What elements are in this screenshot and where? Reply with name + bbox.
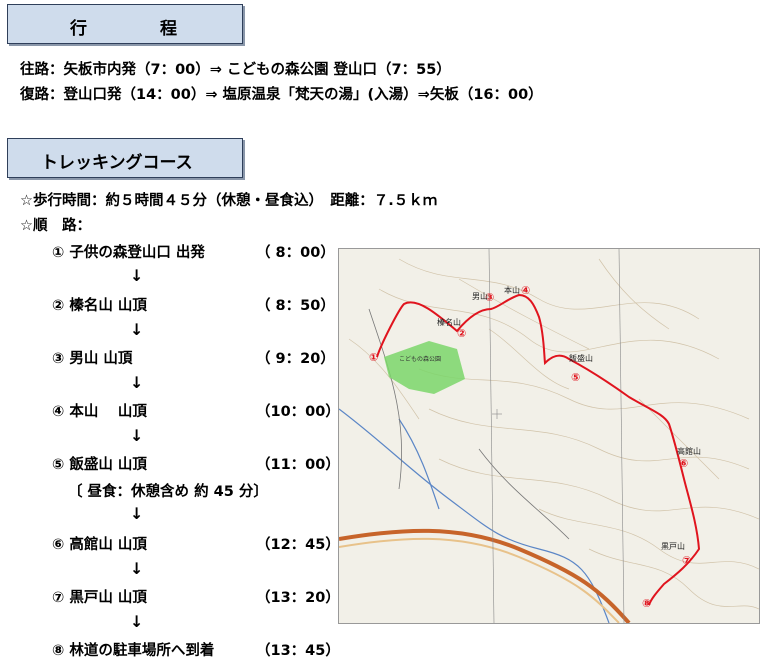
step-3-time: （ 9：20）: [256, 351, 335, 367]
label-kurotoyama: 黒戸山: [661, 541, 685, 551]
step-6-time: （12：45）: [256, 537, 340, 553]
step-1: ① 子供の森登山口 出発: [52, 241, 205, 262]
label-otokoyama: 男山: [472, 291, 488, 301]
step-name: 榛名山 山頂: [69, 298, 147, 314]
step-5-time: （11：00）: [256, 457, 340, 473]
marker-7: ⑦: [682, 554, 691, 567]
step-8-time: （13：45）: [256, 643, 340, 659]
step-5: ⑤ 飯盛山 山頂: [52, 453, 147, 474]
lunch-note: 〔 昼食：休憩含め 約 45 分〕: [68, 484, 268, 500]
step-number: ①: [52, 245, 65, 261]
step-2: ② 榛名山 山頂: [52, 294, 147, 315]
route-arrow: ↓: [130, 612, 144, 631]
step-number: ⑥: [52, 537, 65, 553]
marker-2: ②: [457, 327, 466, 340]
step-name: 黒戸山 山頂: [69, 590, 147, 606]
marker-1: ①: [369, 351, 378, 364]
step-4: ④ 本山 山頂: [52, 400, 147, 421]
course-header: トレッキングコース: [7, 138, 243, 178]
step-4-time: （10：00）: [256, 404, 340, 420]
step-number: ③: [52, 351, 65, 367]
step-name: 飯盛山 山頂: [69, 457, 147, 473]
step-number: ⑧: [52, 643, 65, 659]
outbound-line: 往路：矢板市内発（7：00）⇒ こどもの森公園 登山口（7：55）: [20, 62, 451, 78]
step-7-time: （13：20）: [256, 590, 340, 606]
step-3: ③ 男山 山頂: [52, 347, 132, 368]
route-arrow: ↓: [130, 373, 144, 392]
step-name: 高館山 山頂: [69, 537, 147, 553]
label-motoyama: 本山: [504, 285, 520, 295]
step-number: ②: [52, 298, 65, 314]
label-harunasan: 榛名山: [437, 317, 461, 327]
step-number: ⑤: [52, 457, 65, 473]
route-arrow: ↓: [130, 320, 144, 339]
return-line: 復路：登山口発（14：00）⇒ 塩原温泉「梵天の湯」(入湯）⇒矢板（16：00）: [20, 87, 543, 103]
route-map: こどもの森公園 ① ② ③ ④ ⑤ ⑥ ⑦ ⑧ 榛名山 男山 本山 飯盛山 高館…: [338, 248, 760, 624]
park-label: こどもの森公園: [399, 355, 441, 363]
marker-4: ④: [521, 284, 530, 297]
marker-5: ⑤: [571, 371, 580, 384]
label-iimoriyama: 飯盛山: [569, 353, 593, 363]
route-arrow: ↓: [130, 266, 144, 285]
step-name: 林道の駐車場所へ到着: [69, 643, 215, 659]
route-arrow: ↓: [130, 559, 144, 578]
route-arrow: ↓: [130, 504, 144, 523]
schedule-header-char-2: 程: [160, 19, 177, 39]
step-2-time: （ 8：50）: [256, 298, 335, 314]
label-takadateyama: 高館山: [677, 446, 701, 456]
step-number: ④: [52, 404, 65, 420]
schedule-header: 行 程: [7, 4, 243, 44]
step-1-time: （ 8：00）: [256, 245, 335, 261]
route-arrow: ↓: [130, 426, 144, 445]
route-label: ☆順 路：: [20, 218, 91, 234]
walk-time-line: ☆歩行時間：約５時間４５分（休憩・昼食込） 距離：７.５ｋｍ: [20, 193, 438, 209]
marker-6: ⑥: [679, 457, 688, 470]
marker-8: ⑧: [642, 597, 651, 610]
schedule-header-char-1: 行: [70, 19, 87, 39]
step-8: ⑧ 林道の駐車場所へ到着: [52, 639, 214, 660]
step-6: ⑥ 高館山 山頂: [52, 533, 147, 554]
step-name: 男山 山頂: [69, 351, 133, 367]
route-map-svg: こどもの森公園 ① ② ③ ④ ⑤ ⑥ ⑦ ⑧ 榛名山 男山 本山 飯盛山 高館…: [339, 249, 759, 623]
step-name: 子供の森登山口 出発: [69, 245, 205, 261]
step-number: ⑦: [52, 590, 65, 606]
step-name: 本山 山頂: [69, 404, 147, 420]
step-7: ⑦ 黒戸山 山頂: [52, 586, 147, 607]
course-header-title: トレッキングコース: [41, 153, 193, 173]
